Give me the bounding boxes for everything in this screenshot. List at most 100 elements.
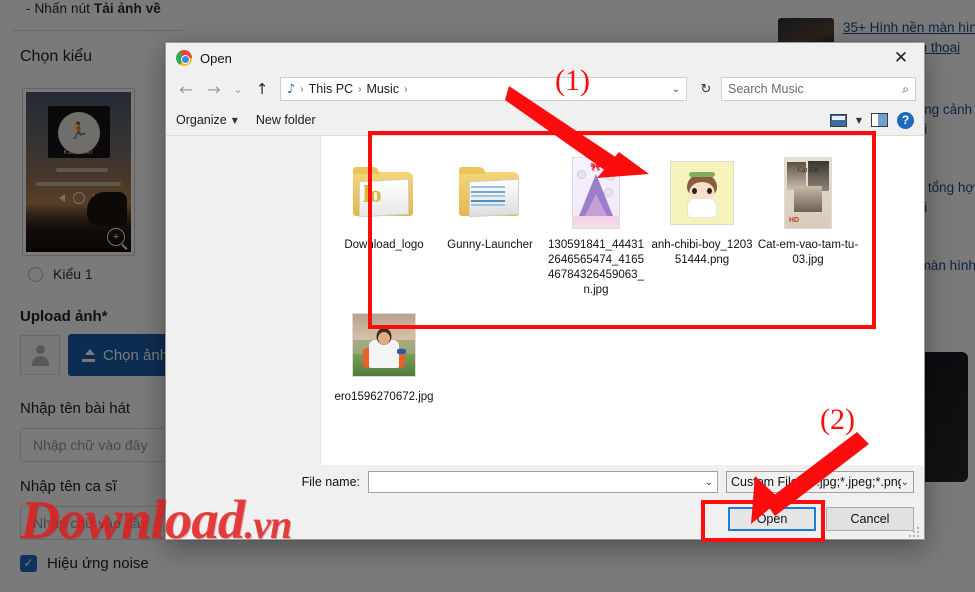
toolbar-right-group[interactable]: ▼ ? (829, 111, 914, 129)
noise-checkbox-label: Hiệu ứng noise (47, 555, 149, 572)
file-grid: lo Download_logo Gunny-Launcher 🎀 130591… (331, 150, 914, 409)
preview-album-art: 🏃 Kaellcher (47, 106, 110, 158)
user-avatar-icon (29, 344, 51, 366)
preview-pane-icon[interactable] (871, 113, 888, 127)
breadcrumb-separator: › (404, 83, 408, 95)
artist-name-label: Nhập tên ca sĩ (20, 478, 117, 495)
instruction-note-text: - Nhấn nút (26, 1, 94, 16)
file-thumbnail: lo (353, 154, 415, 232)
song-name-label: Nhập tên bài hát (20, 400, 131, 417)
list-item[interactable]: 🎀 130591841_444312646565474_416546784326… (543, 150, 649, 302)
file-list-pane[interactable]: lo Download_logo Gunny-Launcher 🎀 130591… (321, 136, 924, 465)
noise-checkbox[interactable]: ✓ (20, 555, 37, 572)
list-item[interactable]: Cat Em HD Cat-em-vao-tam-tu-03.jpg (755, 150, 861, 302)
image-thumbnail-movie-poster: Cat Em HD (784, 157, 832, 229)
prev-icon (58, 194, 65, 202)
file-type-filter-dropdown[interactable]: Custom Files (*.jpg;*.jpeg;*.png ⌄ (726, 471, 914, 493)
chrome-icon (176, 50, 192, 66)
dialog-titlebar[interactable]: Open ✕ (166, 43, 924, 73)
file-name-label: anh-chibi-boy_120351444.png (651, 239, 753, 266)
dialog-navigation-bar[interactable]: ← → ⌄ ↑ ♪ › This PC › Music › ⌄ ↻ Search… (166, 73, 924, 105)
dialog-toolbar[interactable]: Organize ▼ New folder ▼ ? (166, 105, 924, 135)
organize-label: Organize (176, 113, 227, 127)
list-item[interactable]: lo Download_logo (331, 150, 437, 302)
instruction-note-emphasis: Tải ảnh về (93, 1, 161, 16)
chevron-down-icon[interactable]: ⌄ (672, 84, 680, 95)
file-name-label-static: File name: (301, 475, 360, 489)
search-icon: ⌕ (902, 81, 909, 96)
open-file-dialog[interactable]: Open ✕ ← → ⌄ ↑ ♪ › This PC › Music › ⌄ ↻… (165, 42, 925, 540)
list-item[interactable]: ero1596270672.jpg (331, 302, 437, 409)
help-icon[interactable]: ? (897, 111, 914, 129)
style-preview-card[interactable]: 🏃 Kaellcher + (22, 88, 135, 256)
style-option-label: Kiểu 1 (53, 266, 93, 282)
organize-button[interactable]: Organize ▼ (176, 113, 238, 127)
choose-image-button-label: Chọn ảnh (103, 346, 169, 364)
open-button[interactable]: Open (728, 507, 816, 531)
file-name-row: File name: ⌄ Custom Files (*.jpg;*.jpeg;… (176, 465, 914, 499)
up-icon[interactable]: ↑ (250, 77, 274, 101)
file-type-filter-value: Custom Files (*.jpg;*.jpeg;*.png (731, 475, 901, 489)
search-placeholder: Search Music (728, 82, 804, 96)
file-name-label: Gunny-Launcher (447, 239, 533, 251)
instruction-note: - Nhấn nút Tải ảnh về (26, 0, 161, 16)
refresh-icon[interactable]: ↻ (695, 77, 717, 101)
style-option-row[interactable]: Kiểu 1 (28, 266, 93, 282)
resize-grip[interactable] (909, 525, 921, 537)
noise-effect-row[interactable]: ✓ Hiệu ứng noise (20, 555, 149, 572)
preview-album-title: Kaellcher (63, 150, 94, 156)
image-thumbnail-chibi (670, 161, 734, 225)
search-input[interactable]: Search Music ⌕ (721, 77, 916, 101)
file-name-label: Cat-em-vao-tam-tu-03.jpg (757, 239, 859, 266)
upload-icon (82, 348, 95, 362)
folder-icon (459, 167, 521, 218)
upload-label: Upload ảnh* (20, 308, 108, 325)
play-icon (72, 192, 85, 204)
file-name-input[interactable]: ⌄ (368, 471, 718, 493)
breadcrumb-item-music[interactable]: Music (366, 82, 399, 96)
file-name-label: Download_logo (344, 239, 424, 251)
chevron-down-icon[interactable]: ⌄ (901, 477, 909, 488)
file-thumbnail: 🎀 (572, 154, 620, 232)
list-item[interactable]: Gunny-Launcher (437, 150, 543, 302)
dialog-body: lo Download_logo Gunny-Launcher 🎀 130591… (166, 135, 924, 465)
section-heading-chon-kieu: Chọn kiểu (20, 48, 93, 65)
file-thumbnail (459, 154, 521, 232)
image-thumbnail-football-player (352, 312, 416, 377)
background-left-column: - Nhấn nút Tải ảnh về Chọn kiểu 🏃 Kaellc… (0, 0, 195, 592)
chevron-down-icon[interactable]: ▼ (856, 116, 862, 125)
image-thumbnail-xmas-tree: 🎀 (572, 157, 620, 229)
song-name-placeholder: Nhập chữ vào đây (33, 437, 148, 453)
breadcrumb[interactable]: ♪ › This PC › Music › ⌄ (280, 77, 687, 101)
recent-locations-icon[interactable]: ⌄ (230, 77, 246, 101)
preview-progress-bar (36, 182, 121, 186)
navigation-pane[interactable] (166, 136, 321, 465)
radio-kieu-1[interactable] (28, 266, 43, 282)
breadcrumb-separator: › (300, 83, 304, 95)
avatar-preview (20, 335, 60, 375)
chevron-down-icon[interactable]: ⌄ (705, 477, 713, 488)
music-note-icon: ♪ (287, 81, 296, 97)
artist-name-placeholder: Nhập chữ vào đây (33, 515, 148, 531)
file-name-label: ero1596270672.jpg (334, 390, 434, 403)
chevron-down-icon: ▼ (231, 115, 238, 125)
forward-icon[interactable]: → (202, 77, 226, 101)
list-item[interactable]: anh-chibi-boy_120351444.png (649, 150, 755, 302)
dialog-title: Open (200, 50, 232, 66)
bow-icon: 🎀 (590, 162, 602, 172)
file-thumbnail (670, 154, 734, 232)
hand-silhouette (87, 192, 127, 226)
close-icon[interactable]: ✕ (878, 43, 924, 73)
breadcrumb-item-this-pc[interactable]: This PC (309, 82, 353, 96)
runner-silhouette-icon: 🏃 (68, 123, 89, 140)
view-mode-icon[interactable] (829, 113, 847, 127)
divider (12, 30, 182, 31)
back-icon[interactable]: ← (174, 77, 198, 101)
preview-track-line (56, 168, 108, 172)
cancel-button[interactable]: Cancel (826, 507, 914, 531)
new-folder-button[interactable]: New folder (256, 113, 316, 127)
file-thumbnail (352, 306, 416, 384)
dialog-button-row: Open Cancel (176, 499, 914, 531)
breadcrumb-separator: › (358, 83, 362, 95)
zoom-icon[interactable]: + (107, 228, 125, 246)
